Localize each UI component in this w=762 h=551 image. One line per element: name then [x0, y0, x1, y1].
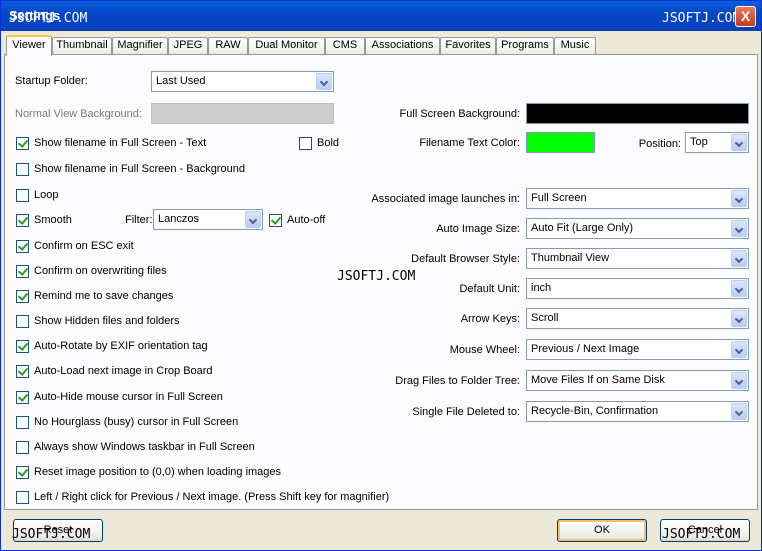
startup-folder-label: Startup Folder: [15, 75, 88, 87]
reset-position-checkbox[interactable] [16, 466, 29, 479]
tab-thumbnail[interactable]: Thumbnail [52, 37, 112, 54]
no-hourglass-checkbox[interactable] [16, 416, 29, 429]
position-select[interactable]: Top [685, 132, 749, 153]
auto-hide-cursor-label: Auto-Hide mouse cursor in Full Screen [34, 391, 223, 403]
normal-view-background-label: Normal View Background: [15, 108, 142, 120]
show-filename-background-checkbox[interactable] [16, 163, 29, 176]
confirm-esc-label: Confirm on ESC exit [34, 240, 134, 252]
watermark-top-right: JSOFTJ.COM [662, 11, 741, 26]
show-filename-text-checkbox[interactable] [16, 137, 29, 150]
auto-load-label: Auto-Load next image in Crop Board [34, 365, 213, 377]
watermark-center: JSOFTJ.COM [337, 269, 416, 284]
show-hidden-checkbox[interactable] [16, 315, 29, 328]
show-filename-background-label: Show filename in Full Screen - Backgroun… [34, 163, 245, 175]
single-file-deleted-label: Single File Deleted to: [412, 406, 520, 418]
tab-magnifier[interactable]: Magnifier [112, 37, 168, 54]
position-label: Position: [638, 138, 681, 150]
show-hidden-label: Show Hidden files and folders [34, 315, 180, 327]
associated-launch-label: Associated image launches in: [371, 193, 520, 205]
auto-load-checkbox[interactable] [16, 365, 29, 378]
auto-image-size-label: Auto Image Size: [436, 223, 520, 235]
chevron-down-icon [731, 250, 747, 267]
watermark-title: JSOFTJ.COM [9, 11, 88, 26]
tab-music[interactable]: Music [554, 37, 596, 54]
drag-files-label: Drag Files to Folder Tree: [395, 375, 520, 387]
loop-label: Loop [34, 189, 59, 201]
default-browser-style-select[interactable]: Thumbnail View [526, 248, 749, 269]
ok-button[interactable]: OK [557, 519, 647, 542]
reset-position-label: Reset image position to (0,0) when loadi… [34, 466, 282, 478]
settings-window: Settings JSOFTJ.COM JSOFTJ.COM X Viewer … [0, 0, 762, 551]
auto-rotate-checkbox[interactable] [16, 340, 29, 353]
mouse-wheel-select[interactable]: Previous / Next Image [526, 339, 749, 360]
confirm-overwrite-label: Confirm on overwriting files [34, 265, 167, 277]
remind-save-checkbox[interactable] [16, 290, 29, 303]
mouse-wheel-label: Mouse Wheel: [449, 344, 520, 356]
chevron-down-icon [245, 211, 261, 228]
drag-files-select[interactable]: Move Files If on Same Disk [526, 370, 749, 391]
tab-raw[interactable]: RAW [208, 37, 248, 54]
chevron-down-icon [731, 280, 747, 297]
chevron-down-icon [731, 372, 747, 389]
chevron-down-icon [731, 134, 747, 151]
full-screen-background-label: Full Screen Background: [399, 108, 520, 120]
default-browser-style-label: Default Browser Style: [411, 253, 520, 265]
associated-launch-select[interactable]: Full Screen [526, 188, 749, 209]
bold-label: Bold [317, 137, 340, 149]
auto-off-checkbox[interactable] [269, 214, 282, 227]
title-bar[interactable]: Settings JSOFTJ.COM JSOFTJ.COM X [1, 1, 761, 31]
arrow-keys-select[interactable]: Scroll [526, 308, 749, 329]
filename-text-color-swatch[interactable] [526, 132, 595, 153]
default-unit-select[interactable]: inch [526, 278, 749, 299]
filter-label: Filter: [125, 214, 153, 226]
filename-text-color-label: Filename Text Color: [419, 137, 520, 149]
no-hourglass-label: No Hourglass (busy) cursor in Full Scree… [34, 416, 239, 428]
tab-favorites[interactable]: Favorites [440, 37, 496, 54]
smooth-checkbox[interactable] [16, 214, 29, 227]
full-screen-background-swatch[interactable] [526, 103, 749, 124]
filter-select[interactable]: Lanczos [153, 209, 263, 230]
chevron-down-icon [731, 190, 747, 207]
auto-rotate-label: Auto-Rotate by EXIF orientation tag [34, 340, 208, 352]
loop-checkbox[interactable] [16, 189, 29, 202]
tab-viewer[interactable]: Viewer [6, 35, 52, 56]
tab-cms[interactable]: CMS [325, 37, 365, 54]
confirm-overwrite-checkbox[interactable] [16, 265, 29, 278]
tab-programs[interactable]: Programs [496, 37, 554, 54]
tab-associations[interactable]: Associations [365, 37, 440, 54]
chevron-down-icon [731, 310, 747, 327]
remind-save-label: Remind me to save changes [34, 290, 174, 302]
tab-jpeg[interactable]: JPEG [168, 37, 208, 54]
close-button[interactable]: X [735, 6, 756, 27]
close-icon: X [740, 8, 751, 24]
left-right-click-label: Left / Right click for Previous / Next i… [34, 491, 390, 503]
startup-folder-select[interactable]: Last Used [151, 71, 334, 92]
watermark-bottom-left: JSOFTJ.COM [12, 527, 91, 542]
always-taskbar-checkbox[interactable] [16, 441, 29, 454]
default-unit-label: Default Unit: [459, 283, 520, 295]
left-right-click-checkbox[interactable] [16, 491, 29, 504]
single-file-deleted-select[interactable]: Recycle-Bin, Confirmation [526, 401, 749, 422]
chevron-down-icon [731, 220, 747, 237]
chevron-down-icon [731, 403, 747, 420]
watermark-bottom-right: JSOFTJ.COM [662, 527, 741, 542]
chevron-down-icon [316, 73, 332, 90]
bold-checkbox[interactable] [299, 137, 312, 150]
auto-off-label: Auto-off [287, 214, 326, 226]
arrow-keys-label: Arrow Keys: [460, 313, 520, 325]
auto-hide-cursor-checkbox[interactable] [16, 391, 29, 404]
normal-view-background-swatch [151, 103, 334, 124]
confirm-esc-checkbox[interactable] [16, 240, 29, 253]
show-filename-text-label: Show filename in Full Screen - Text [34, 137, 207, 149]
smooth-label: Smooth [34, 214, 72, 226]
chevron-down-icon [731, 341, 747, 358]
auto-image-size-select[interactable]: Auto Fit (Large Only) [526, 218, 749, 239]
always-taskbar-label: Always show Windows taskbar in Full Scre… [34, 441, 255, 453]
tab-dual-monitor[interactable]: Dual Monitor [248, 37, 325, 54]
